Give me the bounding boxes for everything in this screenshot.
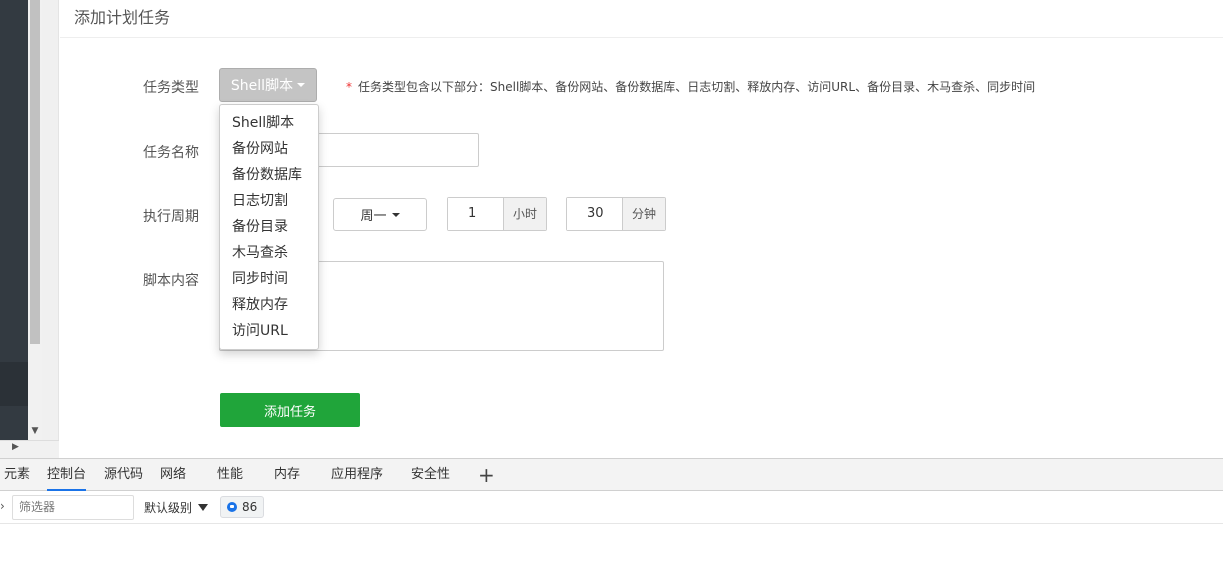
scroll-right-arrow-icon[interactable]: ▶ bbox=[12, 442, 19, 452]
message-count-badge[interactable]: 86 bbox=[220, 496, 265, 518]
add-tab-icon[interactable]: + bbox=[478, 461, 495, 489]
app-root: ▼ ▶ 添加计划任务 任务类型 Shell脚本 * 任务类型包含以下部分：Shel… bbox=[0, 0, 1223, 571]
tab-console[interactable]: 控制台 bbox=[47, 459, 87, 491]
title-divider bbox=[60, 37, 1223, 38]
chevron-down-icon bbox=[297, 83, 306, 87]
dropdown-option[interactable]: 日志切割 bbox=[220, 188, 318, 214]
tab-performance[interactable]: 性能 bbox=[217, 459, 243, 491]
dropdown-option[interactable]: 备份目录 bbox=[220, 214, 318, 240]
dropdown-option[interactable]: 同步时间 bbox=[220, 266, 318, 292]
page-title: 添加计划任务 bbox=[74, 8, 171, 27]
chevron-left-icon[interactable]: › bbox=[0, 499, 5, 513]
minute-input-group: 30 分钟 bbox=[566, 197, 666, 231]
hour-input[interactable]: 1 bbox=[448, 198, 503, 230]
dropdown-option[interactable]: 木马查杀 bbox=[220, 240, 318, 266]
minute-input[interactable]: 30 bbox=[567, 198, 622, 230]
horizontal-scrollbar[interactable]: ▶ bbox=[0, 440, 59, 458]
scroll-down-arrow-icon[interactable]: ▼ bbox=[29, 424, 41, 438]
vertical-scrollbar-thumb[interactable] bbox=[30, 0, 40, 344]
task-type-hint: * 任务类型包含以下部分：Shell脚本、备份网站、备份数据库、日志切割、释放内存… bbox=[346, 78, 1035, 95]
dropdown-option[interactable]: 访问URL bbox=[220, 318, 318, 344]
console-filter-bar: › 筛选器 默认级别 86 bbox=[0, 491, 1223, 524]
message-icon bbox=[227, 502, 237, 512]
add-task-button[interactable]: 添加任务 bbox=[220, 393, 360, 427]
task-type-select[interactable]: Shell脚本 bbox=[219, 68, 317, 102]
hour-unit: 小时 bbox=[503, 198, 546, 230]
tab-elements[interactable]: 元素 bbox=[4, 459, 30, 491]
script-label: 脚本内容 bbox=[143, 273, 199, 289]
console-filter-input[interactable]: 筛选器 bbox=[12, 495, 134, 520]
dropdown-option[interactable]: 备份数据库 bbox=[220, 162, 318, 188]
tab-sources[interactable]: 源代码 bbox=[104, 459, 143, 491]
dropdown-option[interactable]: 释放内存 bbox=[220, 292, 318, 318]
weekday-selected: 周一 bbox=[360, 209, 387, 224]
log-level-label: 默认级别 bbox=[144, 501, 193, 515]
task-type-hint-text: 任务类型包含以下部分：Shell脚本、备份网站、备份数据库、日志切割、释放内存、… bbox=[358, 80, 1036, 94]
period-label: 执行周期 bbox=[143, 209, 199, 225]
task-type-selected: Shell脚本 bbox=[230, 78, 294, 94]
tab-network[interactable]: 网络 bbox=[160, 459, 186, 491]
dropdown-triangle-icon bbox=[198, 504, 209, 511]
devtools-tab-bar: 元素 控制台 源代码 网络 性能 内存 应用程序 安全性 + bbox=[0, 458, 1223, 491]
minute-unit: 分钟 bbox=[622, 198, 665, 230]
tab-application[interactable]: 应用程序 bbox=[331, 459, 383, 491]
left-sidebar bbox=[0, 0, 28, 440]
sidebar-shade bbox=[0, 362, 28, 406]
content-gutter bbox=[42, 0, 59, 458]
dropdown-option[interactable]: 备份网站 bbox=[220, 136, 318, 162]
hour-input-group: 1 小时 bbox=[447, 197, 547, 231]
required-star: * bbox=[346, 80, 352, 94]
task-type-label: 任务类型 bbox=[143, 80, 199, 96]
task-name-label: 任务名称 bbox=[143, 145, 199, 161]
weekday-select[interactable]: 周一 bbox=[333, 198, 427, 231]
chevron-down-icon bbox=[391, 212, 400, 217]
task-type-dropdown: Shell脚本 备份网站 备份数据库 日志切割 备份目录 木马查杀 同步时间 释… bbox=[219, 104, 319, 350]
tab-security[interactable]: 安全性 bbox=[411, 459, 450, 491]
message-count: 86 bbox=[242, 500, 258, 514]
log-level-select[interactable]: 默认级别 bbox=[144, 499, 209, 516]
tab-memory[interactable]: 内存 bbox=[274, 459, 300, 491]
dropdown-option[interactable]: Shell脚本 bbox=[220, 110, 318, 136]
